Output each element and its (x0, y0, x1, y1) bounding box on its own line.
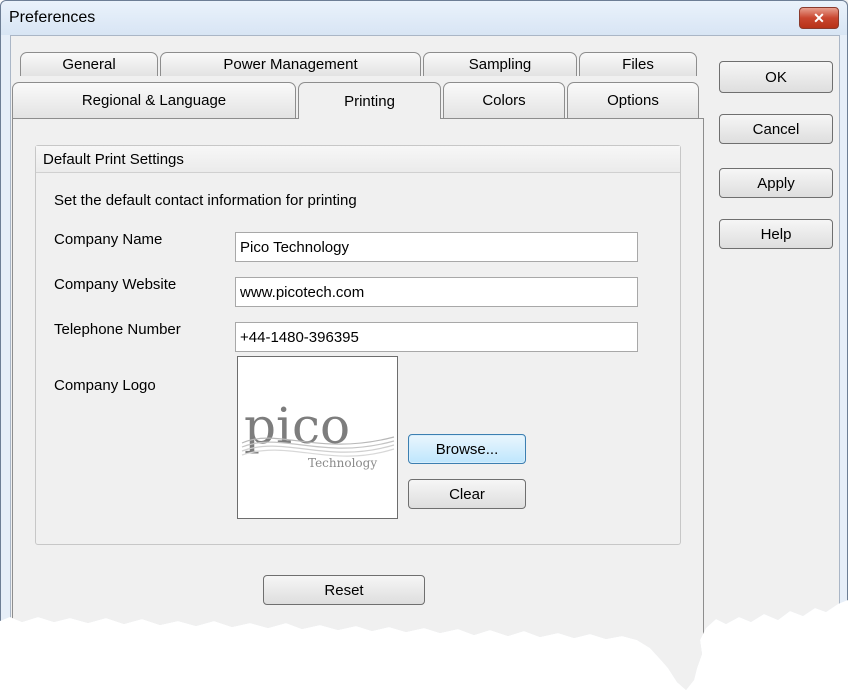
tab-label: Colors (482, 92, 526, 109)
default-print-settings-group: Default Print Settings Set the default c… (35, 145, 681, 545)
screenshot-clip: Preferences ✕ General Power Management S… (0, 0, 848, 690)
reset-button-label: Reset (324, 581, 364, 599)
tab-files[interactable]: Files (579, 52, 697, 76)
telephone-number-label: Telephone Number (54, 321, 181, 338)
logo-subtext: Technology (308, 456, 377, 470)
tab-label: Printing (344, 92, 395, 110)
apply-button[interactable]: Apply (719, 168, 833, 198)
tab-label: Files (622, 56, 654, 73)
help-button[interactable]: Help (719, 219, 833, 249)
ok-button[interactable]: OK (719, 61, 833, 93)
clear-button[interactable]: Clear (408, 479, 526, 509)
tab-label: Sampling (468, 56, 532, 73)
window-title: Preferences (9, 9, 96, 26)
reset-button[interactable]: Reset (263, 575, 425, 605)
dialog-client-area: General Power Management Sampling Files … (10, 35, 840, 690)
company-logo-preview: pico Technology (237, 356, 398, 519)
company-name-field[interactable] (235, 232, 638, 262)
tab-printing[interactable]: Printing (298, 82, 441, 119)
company-name-label: Company Name (54, 231, 163, 248)
group-title: Default Print Settings (43, 151, 184, 168)
description-text: Set the default contact information for … (54, 192, 357, 209)
tab-colors[interactable]: Colors (443, 82, 565, 118)
preferences-dialog: Preferences ✕ General Power Management S… (0, 0, 848, 694)
tab-general[interactable]: General (20, 52, 158, 76)
close-button[interactable]: ✕ (799, 7, 839, 29)
tab-label: Options (607, 92, 659, 109)
group-header: Default Print Settings (36, 146, 680, 173)
company-logo-label: Company Logo (54, 377, 156, 394)
cancel-button[interactable]: Cancel (719, 114, 833, 144)
preferences-window: Preferences ✕ General Power Management S… (0, 0, 848, 690)
apply-button-label: Apply (757, 174, 795, 192)
tab-regional-language[interactable]: Regional & Language (12, 82, 296, 118)
pico-logo-image: pico Technology (241, 397, 395, 470)
close-icon: ✕ (813, 9, 825, 26)
telephone-number-field[interactable] (235, 322, 638, 352)
company-website-label: Company Website (54, 276, 177, 293)
tab-label: Regional & Language (81, 92, 227, 109)
ok-button-label: OK (765, 68, 787, 86)
tab-sampling[interactable]: Sampling (423, 52, 577, 76)
company-website-field[interactable] (235, 277, 638, 307)
clear-button-label: Clear (449, 485, 485, 503)
tab-label: General (62, 56, 116, 73)
tab-power-management[interactable]: Power Management (160, 52, 421, 76)
printing-tab-page: Default Print Settings Set the default c… (12, 118, 704, 690)
browse-button-label: Browse... (435, 440, 499, 458)
tab-options[interactable]: Options (567, 82, 699, 118)
tab-label: Power Management (223, 56, 358, 73)
title-bar[interactable]: Preferences ✕ (1, 1, 847, 35)
browse-button[interactable]: Browse... (408, 434, 526, 464)
cancel-button-label: Cancel (752, 120, 800, 138)
help-button-label: Help (760, 225, 792, 243)
